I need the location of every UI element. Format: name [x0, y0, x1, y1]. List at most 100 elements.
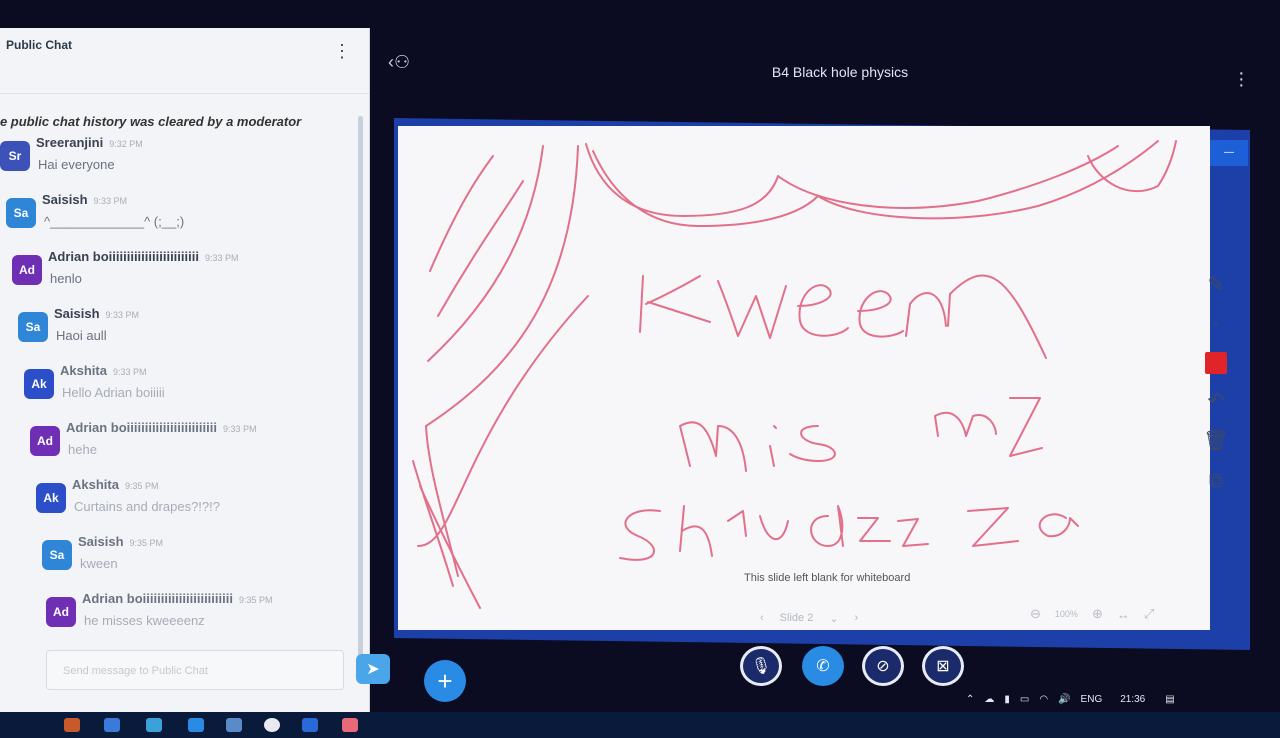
- taskbar-app-icon[interactable]: [226, 718, 242, 732]
- chat-header: Public Chat ⋮: [0, 28, 369, 94]
- taskbar-app-icon[interactable]: [146, 718, 162, 732]
- options-menu-icon[interactable]: · · ·: [1238, 63, 1245, 95]
- message-author: Adrian boiiiiiiiiiiiiiiiiiiiiiiiii 9:33 P…: [48, 249, 239, 264]
- avatar: Ad: [46, 597, 76, 627]
- plus-icon: +: [437, 665, 453, 696]
- message-author: Sreeranjini 9:32 PM: [36, 135, 143, 150]
- drape-stroke: [592, 140, 1159, 227]
- mute-button[interactable]: 🎙: [740, 646, 782, 686]
- whiteboard-annotations: [412, 140, 1177, 609]
- thickness-icon[interactable]: •: [1196, 312, 1236, 338]
- usb-icon[interactable]: ▮: [1004, 694, 1010, 705]
- message-text: Haoi aull: [56, 328, 107, 343]
- taskbar-app-icon[interactable]: [342, 718, 358, 732]
- chat-message: Ak Akshita 9:33 PM Hello Adrian boiiiii: [0, 357, 361, 414]
- cloud-icon[interactable]: ☁: [984, 694, 994, 705]
- curtain-stroke: [417, 295, 589, 547]
- whiteboard[interactable]: [398, 126, 1210, 630]
- audio-button[interactable]: ✆: [802, 646, 844, 686]
- wifi-icon[interactable]: ◠: [1039, 694, 1048, 705]
- video-button[interactable]: ⊘: [862, 646, 904, 686]
- message-author: Akshita 9:33 PM: [60, 363, 147, 378]
- chat-options-icon[interactable]: ⋮: [333, 42, 351, 60]
- message-author: Adrian boiiiiiiiiiiiiiiiiiiiiiiiii 9:35 P…: [82, 591, 273, 606]
- trash-icon[interactable]: 🗑: [1196, 428, 1236, 454]
- fit-width-icon[interactable]: ↔: [1117, 607, 1130, 622]
- chat-message: Sr Sreeranjini 9:32 PM Hai everyone: [0, 129, 361, 186]
- color-picker[interactable]: [1196, 352, 1236, 374]
- undo-icon[interactable]: ↶: [1196, 388, 1236, 414]
- language-indicator[interactable]: ENG: [1081, 694, 1103, 705]
- author-name: Saisish: [78, 534, 124, 549]
- fullscreen-icon[interactable]: ⤢: [1144, 606, 1154, 622]
- avatar: Sa: [42, 540, 72, 570]
- taskbar-app-icon[interactable]: [188, 718, 204, 732]
- zoom-controls: ⊖ 100% ⊕ ↔ ⤢: [1030, 606, 1154, 622]
- taskbar-app-icon[interactable]: [104, 718, 120, 732]
- message-text: ^_____________^ (;__;): [44, 214, 185, 229]
- chat-message: Sa Saisish 9:33 PM ^_____________^ (;__;): [0, 186, 361, 243]
- presentation-title: B4 Black hole physics: [771, 64, 909, 80]
- whiteboard-toolbar: ✎ • ↶ 🗑 ⧉: [1188, 262, 1244, 532]
- message-text: Hai everyone: [38, 157, 115, 172]
- send-icon: ➤: [366, 661, 380, 678]
- message-time: 9:32 PM: [109, 139, 143, 149]
- clock[interactable]: 21:36: [1120, 694, 1145, 705]
- message-author: Adrian boiiiiiiiiiiiiiiiiiiiiiiiii 9:33 P…: [66, 420, 257, 435]
- next-slide-icon[interactable]: ›: [855, 612, 859, 625]
- chat-message: Ad Adrian boiiiiiiiiiiiiiiiiiiiiiiiii 9:35…: [0, 585, 361, 642]
- message-text: he misses kweeeenz: [84, 613, 205, 628]
- system-message: he public chat history was cleared by a …: [0, 114, 302, 129]
- public-chat-panel: Public Chat ⋮ he public chat history was…: [0, 28, 390, 718]
- message-time: 9:35 PM: [129, 538, 164, 548]
- zoom-out-icon[interactable]: ⊖: [1030, 606, 1041, 622]
- author-name: Akshita: [72, 477, 119, 492]
- chat-message: Ad Adrian boiiiiiiiiiiiiiiiiiiiiiiiii 9:33…: [0, 243, 361, 300]
- message-author: Saisish 9:33 PM: [42, 192, 127, 207]
- curtain-stroke: [425, 145, 579, 427]
- battery-icon[interactable]: ▭: [1020, 694, 1029, 705]
- mic-muted-icon: 🎙: [750, 658, 772, 675]
- previous-slide-icon[interactable]: ‹: [760, 612, 764, 625]
- avatar: Sa: [6, 198, 36, 228]
- message-author: Saisish 9:33 PM: [54, 306, 139, 321]
- pencil-icon[interactable]: ✎: [1196, 272, 1236, 298]
- taskbar-app-icon[interactable]: [64, 718, 80, 732]
- chat-message: Sa Saisish 9:35 PM kween: [0, 528, 361, 585]
- avatar: Sa: [18, 312, 48, 342]
- notification-icon[interactable]: ▤: [1165, 694, 1174, 705]
- chevron-up-icon[interactable]: ⌃: [966, 694, 974, 705]
- chat-message-input[interactable]: Send message to Public Chat: [46, 650, 344, 690]
- volume-icon[interactable]: 🔊: [1058, 694, 1070, 705]
- slide-navigation: ‹ Slide 2 ⌄ ›: [760, 612, 858, 625]
- drape-stroke: [1087, 140, 1177, 193]
- message-text: Curtains and drapes?!?!?: [74, 499, 220, 514]
- avatar: Ak: [24, 369, 54, 399]
- phone-icon: ✆: [816, 658, 830, 675]
- author-name: Akshita: [60, 363, 107, 378]
- taskbar-app-icon[interactable]: [264, 718, 280, 732]
- slide-selector[interactable]: Slide 2: [780, 612, 814, 625]
- curtain-stroke: [429, 155, 494, 272]
- camera-off-icon: ⊘: [876, 658, 890, 675]
- zoom-in-icon[interactable]: ⊕: [1092, 606, 1103, 622]
- minimize-presentation-button[interactable]: —: [1210, 140, 1248, 166]
- multi-user-whiteboard-icon[interactable]: ⧉: [1196, 468, 1236, 494]
- chat-message: Ad Adrian boiiiiiiiiiiiiiiiiiiiiiiiii 9:33…: [0, 414, 361, 471]
- taskbar-app-icon[interactable]: [302, 718, 318, 732]
- curtain-stroke: [419, 485, 481, 609]
- author-name: Adrian boiiiiiiiiiiiiiiiiiiiiiiiii: [66, 420, 217, 435]
- screen-share-off-icon: ⊠: [936, 658, 950, 675]
- chevron-down-icon[interactable]: ⌄: [829, 612, 838, 625]
- blank-slide-caption: This slide left blank for whiteboard: [744, 572, 911, 584]
- send-button[interactable]: ➤: [356, 654, 390, 684]
- user-icon: ‹⚇: [388, 52, 411, 72]
- message-time: 9:33 PM: [93, 196, 128, 206]
- message-text: kween: [80, 556, 118, 571]
- user-list-toggle[interactable]: ‹⚇: [388, 52, 410, 73]
- actions-plus-button[interactable]: +: [424, 660, 466, 702]
- author-name: Adrian boiiiiiiiiiiiiiiiiiiiiiiiii: [82, 591, 233, 606]
- message-time: 9:33 PM: [105, 310, 140, 320]
- avatar: Ad: [30, 426, 60, 456]
- screen-share-button[interactable]: ⊠: [922, 646, 964, 686]
